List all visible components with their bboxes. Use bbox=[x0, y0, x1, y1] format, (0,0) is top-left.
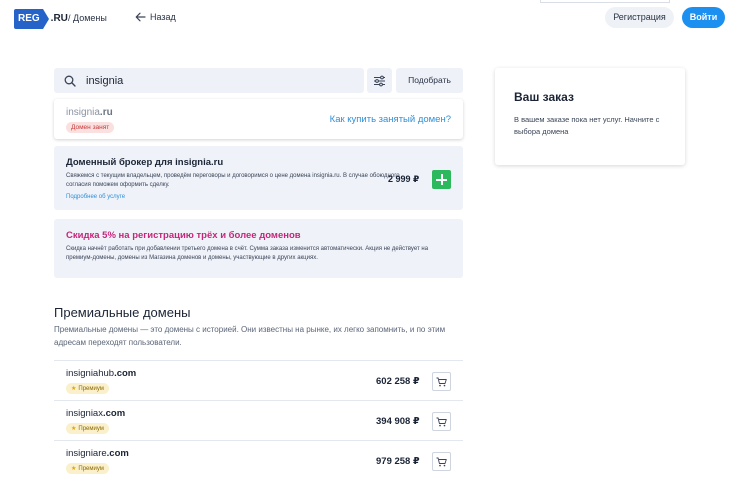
premium-domain-name: insigniax.com bbox=[66, 408, 126, 419]
register-button[interactable]: Регистрация bbox=[605, 7, 674, 28]
top-dropdown-edge bbox=[540, 0, 670, 3]
premium-badge: ★ Премиум bbox=[66, 423, 109, 434]
taken-domain-name: insignia.ru bbox=[66, 107, 113, 118]
broker-description: Свяжемся с текущим владельцем, проведём … bbox=[66, 173, 400, 188]
discount-title: Скидка 5% на регистрацию трёх и более до… bbox=[66, 230, 301, 241]
order-title: Ваш заказ bbox=[514, 90, 574, 104]
search-box[interactable] bbox=[54, 68, 364, 93]
order-card: Ваш заказ В вашем заказе пока нет услуг.… bbox=[495, 68, 685, 165]
broker-price: 2 999 ₽ bbox=[388, 174, 420, 184]
broker-more-link[interactable]: Подробнее об услуге bbox=[66, 194, 125, 200]
filter-icon bbox=[374, 75, 385, 86]
premium-price: 979 258 ₽ bbox=[376, 456, 420, 467]
add-to-cart-button[interactable] bbox=[432, 412, 451, 431]
premium-price: 394 908 ₽ bbox=[376, 416, 420, 427]
premium-description: Премиальные домены — это домены с истори… bbox=[54, 325, 446, 347]
discount-description: Скидка начнёт работать при добавлении тр… bbox=[66, 246, 429, 261]
logo-reg: REG bbox=[14, 9, 49, 29]
arrow-left-icon bbox=[135, 12, 146, 22]
filter-button[interactable] bbox=[367, 68, 392, 93]
star-icon: ★ bbox=[71, 426, 77, 432]
add-to-cart-button[interactable] bbox=[432, 372, 451, 391]
search-input[interactable] bbox=[86, 74, 346, 87]
cart-icon bbox=[436, 377, 447, 386]
add-to-cart-button[interactable] bbox=[432, 452, 451, 471]
breadcrumb[interactable]: / Домены bbox=[68, 13, 107, 23]
broker-title: Доменный брокер для insignia.ru bbox=[66, 157, 224, 168]
premium-domain-name: insigniahub.com bbox=[66, 368, 137, 379]
broker-card: Доменный брокер для insignia.ru Свяжемся… bbox=[54, 146, 463, 210]
domain-taken-badge: Домен занят bbox=[66, 122, 115, 133]
discount-card: Скидка 5% на регистрацию трёх и более до… bbox=[54, 219, 463, 278]
back-button[interactable]: Назад bbox=[135, 12, 176, 22]
logo[interactable]: REG .RU bbox=[14, 9, 68, 29]
cart-icon bbox=[436, 457, 447, 466]
premium-domain-name: insigniare.com bbox=[66, 448, 129, 459]
premium-badge: ★ Премиум bbox=[66, 463, 109, 474]
premium-row: insigniare.com ★ Премиум 979 258 ₽ bbox=[54, 440, 463, 480]
taken-domain-card: insignia.ru Домен занят Как купить занят… bbox=[54, 99, 463, 139]
cart-icon bbox=[436, 417, 447, 426]
premium-row: insigniax.com ★ Премиум 394 908 ₽ bbox=[54, 400, 463, 440]
plus-icon[interactable] bbox=[432, 170, 451, 189]
premium-title: Премиальные домены bbox=[54, 305, 191, 320]
pick-button[interactable]: Подобрать bbox=[396, 68, 463, 93]
premium-list: insigniahub.com ★ Премиум 602 258 ₽ insig… bbox=[54, 360, 463, 480]
star-icon: ★ bbox=[71, 386, 77, 392]
search-icon bbox=[64, 75, 76, 87]
premium-badge: ★ Премиум bbox=[66, 383, 109, 394]
how-to-buy-link[interactable]: Как купить занятый домен? bbox=[330, 114, 451, 125]
premium-row: insigniahub.com ★ Премиум 602 258 ₽ bbox=[54, 360, 463, 400]
premium-price: 602 258 ₽ bbox=[376, 376, 420, 387]
order-empty-text: В вашем заказе пока нет услуг. Начните с… bbox=[514, 115, 660, 136]
login-button[interactable]: Войти bbox=[682, 7, 725, 28]
star-icon: ★ bbox=[71, 466, 77, 472]
back-label: Назад bbox=[150, 12, 176, 22]
